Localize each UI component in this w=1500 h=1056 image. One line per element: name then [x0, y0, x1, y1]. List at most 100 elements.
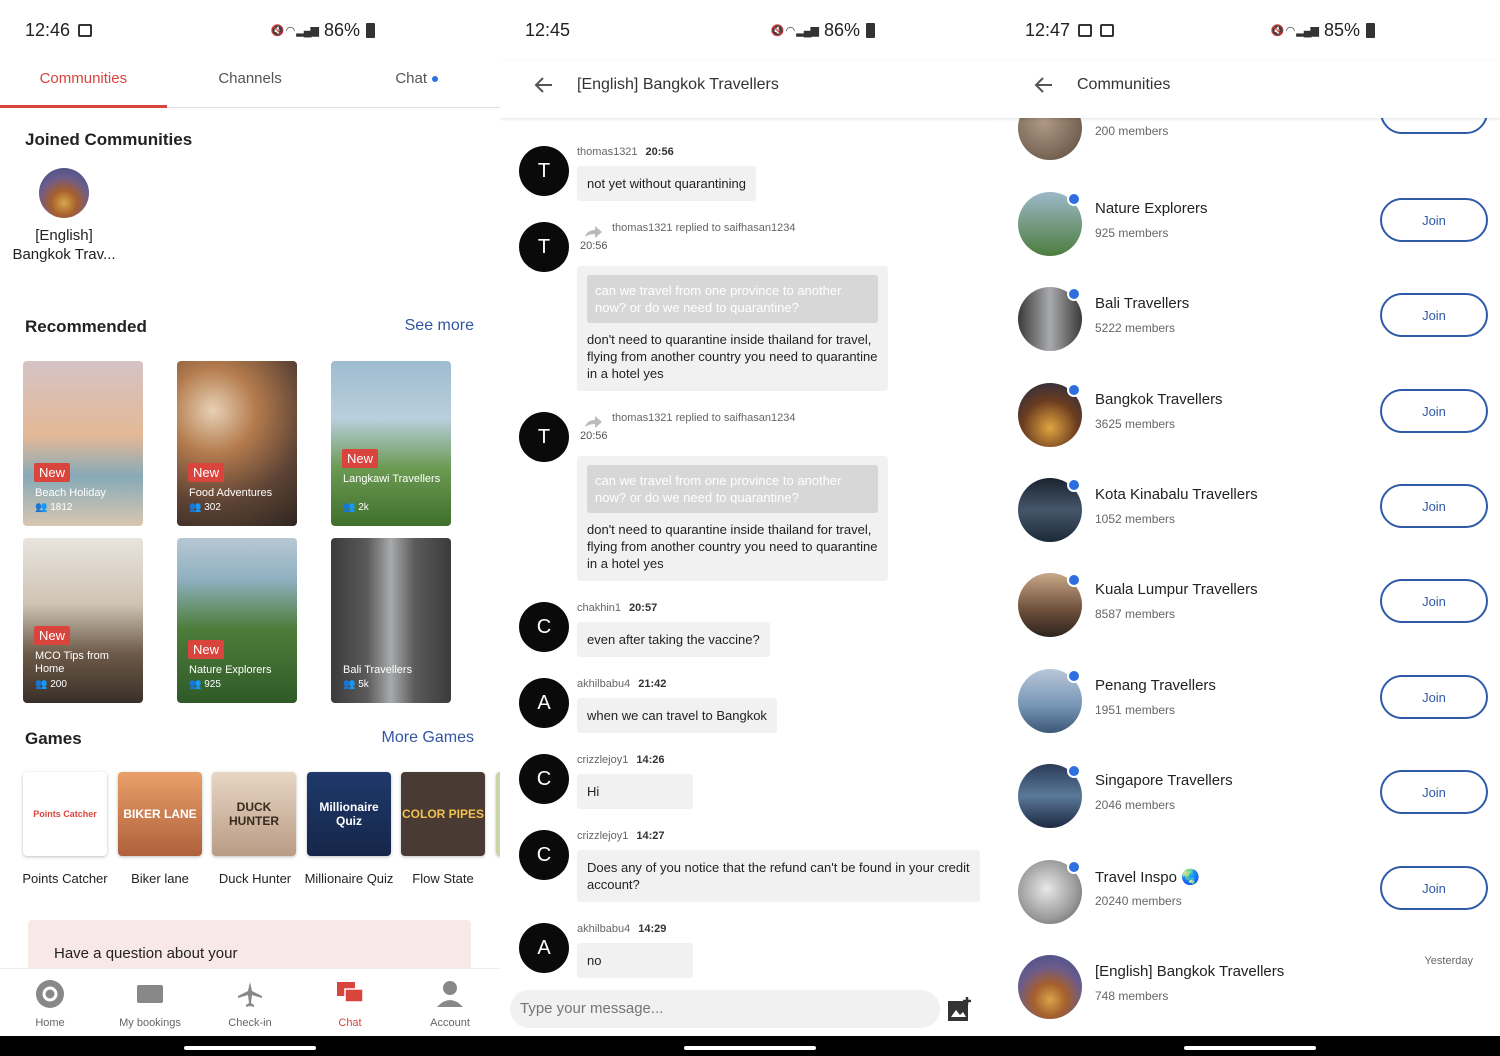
join-button[interactable]: Join [1380, 293, 1488, 337]
status-bar: 12:46 🔇 ◠ ▂▄▆ 86% [0, 0, 500, 60]
message-meta: crizzlejoy1 14:27 [577, 830, 665, 842]
home-indicator[interactable] [684, 1046, 816, 1050]
joined-community[interactable]: [English] Bangkok Trav... [10, 168, 118, 264]
nav-account[interactable]: Account [400, 969, 500, 1036]
join-button[interactable]: Join [1380, 198, 1488, 242]
community-card[interactable]: New Beach Holiday 👥 1812 [23, 361, 143, 526]
message-time: 20:56 [580, 240, 608, 252]
communities-list-screen: 12:47 🔇 ◠ ▂▄▆ 85% Communities 200 member… [1000, 0, 1500, 1056]
nav-my-bookings[interactable]: My bookings [100, 969, 200, 1036]
tab-label: Channels [218, 70, 282, 87]
user-avatar[interactable]: C [519, 754, 569, 804]
message-bubble[interactable]: Does any of you notice that the refund c… [577, 850, 980, 902]
message-bubble[interactable]: can we travel from one province to anoth… [577, 266, 888, 391]
community-members: 1951 members [1095, 703, 1176, 717]
join-button[interactable]: Join [1380, 484, 1488, 528]
message-bubble[interactable]: can we travel from one province to anoth… [577, 456, 888, 581]
user-avatar[interactable]: T [519, 222, 569, 272]
community-name: Penang Travellers [1095, 677, 1216, 694]
user-avatar[interactable]: A [519, 678, 569, 728]
game-duck-hunter[interactable]: DUCK HUNTER [212, 772, 296, 856]
message-time: 21:42 [638, 678, 667, 690]
back-arrow-icon[interactable] [1032, 73, 1056, 97]
community-row-joined[interactable]: [English] Bangkok Travellers 748 members [1018, 955, 1488, 1025]
join-button[interactable]: Join [1380, 389, 1488, 433]
tab-communities[interactable]: Communities [0, 60, 167, 108]
nav-label: Account [430, 1017, 470, 1029]
community-card[interactable]: New Langkawi Travellers 👥 2k [331, 361, 451, 526]
add-image-icon[interactable] [946, 995, 974, 1023]
ticket-icon [135, 979, 165, 1009]
message-bubble[interactable]: even after taking the vaccine? [577, 622, 770, 657]
message-time: 20:57 [629, 602, 658, 614]
plane-check-icon [235, 979, 265, 1009]
join-button[interactable]: Join [1380, 866, 1488, 910]
community-row[interactable]: Kuala Lumpur Travellers 8587 members Joi… [1018, 573, 1488, 643]
tab-chat[interactable]: Chat [333, 60, 500, 107]
nav-check-in[interactable]: Check-in [200, 969, 300, 1036]
status-bar: 12:45 🔇 ◠ ▂▄▆ 86% [500, 0, 1000, 60]
username: chakhin1 [577, 602, 622, 614]
game-flow-state[interactable]: COLOR PIPES [401, 772, 485, 856]
recommended-title: Recommended [25, 317, 147, 336]
card-name: Beach Holiday [35, 487, 106, 499]
person-icon [435, 979, 465, 1009]
card-name: MCO Tips from Home [35, 650, 109, 675]
username: thomas1321 [577, 146, 638, 158]
user-avatar[interactable]: T [519, 412, 569, 462]
message-meta: akhilbabu4 14:29 [577, 923, 666, 935]
more-games-link[interactable]: More Games [382, 729, 474, 747]
message-input[interactable] [510, 990, 940, 1028]
game-points-catcher[interactable]: Points Catcher [23, 772, 107, 856]
community-row[interactable]: Bali Travellers 5222 members Join [1018, 287, 1488, 357]
community-card[interactable]: New Nature Explorers 👥 925 [177, 538, 297, 703]
unread-dot [1067, 287, 1081, 301]
nav-chat[interactable]: Chat [300, 969, 400, 1036]
join-button[interactable]: Join [1380, 675, 1488, 719]
username: crizzlejoy1 [577, 754, 629, 766]
tab-label: Chat [395, 70, 428, 87]
community-members: 5222 members [1095, 321, 1176, 335]
game-biker-lane[interactable]: BIKER LANE [118, 772, 202, 856]
tab-channels[interactable]: Channels [167, 60, 334, 107]
new-badge: New [188, 640, 225, 659]
card-count-value: 1812 [50, 502, 73, 513]
quoted-message: can we travel from one province to anoth… [587, 465, 878, 513]
community-row[interactable]: Travel Inspo 🌏 20240 members Join [1018, 860, 1488, 930]
see-more-link[interactable]: See more [405, 317, 474, 335]
game-name: Biker lane [131, 871, 189, 886]
community-card[interactable]: New MCO Tips from Home 👥 200 [23, 538, 143, 703]
home-indicator[interactable] [1184, 1046, 1316, 1050]
community-row[interactable]: Penang Travellers 1951 members Join [1018, 669, 1488, 739]
chat-icon [335, 979, 365, 1009]
user-avatar[interactable]: A [519, 923, 569, 973]
message-time: 14:29 [638, 923, 667, 935]
community-row[interactable]: Kota Kinabalu Travellers 1052 members Jo… [1018, 478, 1488, 548]
nav-label: Check-in [228, 1017, 272, 1029]
user-avatar[interactable]: T [519, 146, 569, 196]
home-indicator[interactable] [184, 1046, 316, 1050]
nav-home[interactable]: Home [0, 969, 100, 1036]
user-avatar[interactable]: C [519, 830, 569, 880]
card-count-value: 302 [204, 502, 221, 513]
message-bubble[interactable]: not yet without quarantining [577, 166, 756, 201]
join-button[interactable]: Join [1380, 770, 1488, 814]
message-bubble[interactable]: no [577, 943, 693, 978]
user-avatar[interactable]: C [519, 602, 569, 652]
message-bubble[interactable]: Hi [577, 774, 693, 809]
gallery-icon [78, 23, 93, 37]
community-name: Travel Inspo 🌏 [1095, 869, 1200, 886]
community-members: 20240 members [1095, 894, 1182, 908]
card-count-value: 2k [358, 502, 369, 513]
message-meta: crizzlejoy1 14:26 [577, 754, 665, 766]
message-bubble[interactable]: when we can travel to Bangkok [577, 698, 777, 733]
back-arrow-icon[interactable] [532, 73, 556, 97]
community-row[interactable]: Singapore Travellers 2046 members Join [1018, 764, 1488, 834]
community-row[interactable]: Bangkok Travellers 3625 members Join [1018, 383, 1488, 453]
community-card[interactable]: Bali Travellers 👥 5k [331, 538, 451, 703]
game-millionaire-quiz[interactable]: Millionaire Quiz [307, 772, 391, 856]
join-button[interactable]: Join [1380, 579, 1488, 623]
community-card[interactable]: New Food Adventures 👥 302 [177, 361, 297, 526]
community-row[interactable]: Nature Explorers 925 members Join [1018, 192, 1488, 262]
signal-icon: 🔇 ◠ ▂▄▆ [770, 24, 819, 37]
